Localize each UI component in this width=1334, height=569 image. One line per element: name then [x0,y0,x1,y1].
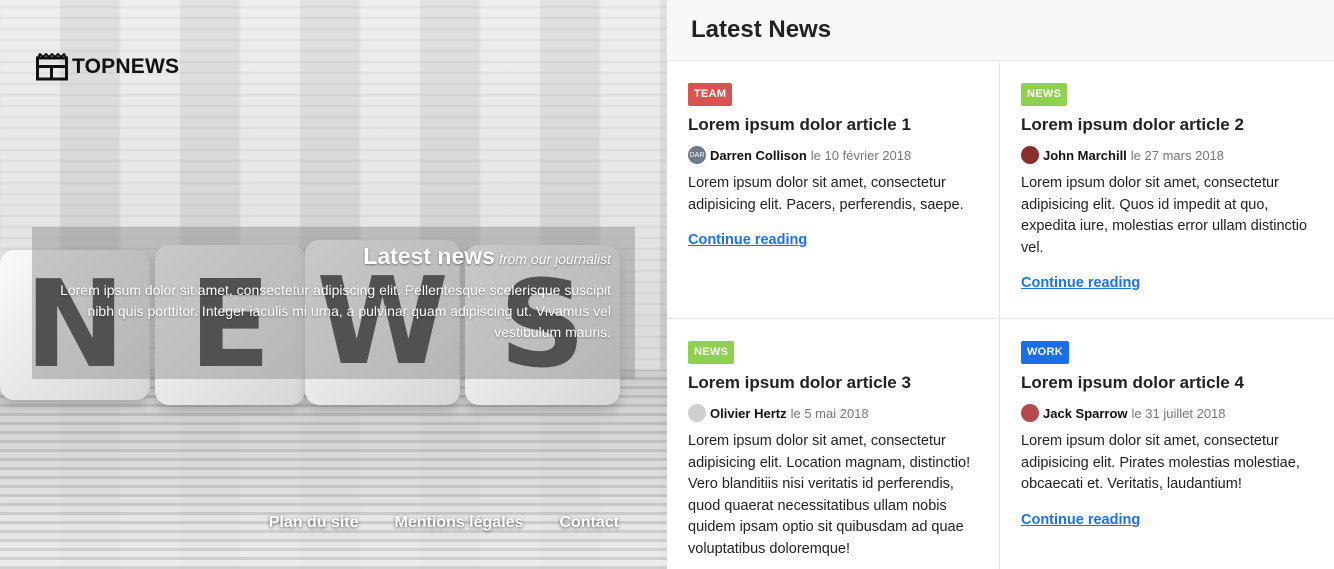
newspaper-icon [36,53,68,81]
hero-subtitle: from our journalist [498,251,611,267]
author-name[interactable]: John Marchill [1043,148,1127,163]
article-meta: DAR Darren Collison le 10 février 2018 [688,146,978,164]
article-excerpt: Lorem ipsum dolor sit amet, consectetur … [1021,175,1308,256]
article-date: le 10 février 2018 [810,147,912,163]
footer-link-sitemap[interactable]: Plan du site [269,514,359,532]
articles-grid: TEAM Lorem ipsum dolor article 1 DAR Dar… [667,61,1334,569]
hero-title: Latest news from our journalist [56,243,611,270]
hero-caption: Latest news from our journalist Lorem ips… [32,227,635,379]
author-name[interactable]: Jack Sparrow [1043,406,1128,421]
hero-description: Lorem ipsum dolor sit amet, consectetur … [60,282,611,340]
footer-link-contact[interactable]: Contact [559,514,619,532]
brand-logo[interactable]: TOPNEWS [36,53,179,81]
article-title[interactable]: Lorem ipsum dolor article 3 [688,373,978,393]
continue-reading-link[interactable]: Continue reading [1021,275,1140,291]
continue-reading-link[interactable]: Continue reading [1021,512,1140,528]
continue-reading-link[interactable]: Continue reading [688,232,807,248]
article-excerpt: Lorem ipsum dolor sit amet, consectetur … [1021,433,1300,492]
article-meta: Olivier Hertz le 5 mai 2018 [688,404,978,422]
article-card: NEWS Lorem ipsum dolor article 2 John Ma… [1000,61,1334,319]
article-date: le 27 mars 2018 [1130,147,1225,163]
author-avatar: DAR [688,146,706,164]
brand-name: TOPNEWS [72,55,180,78]
article-date: le 5 mai 2018 [790,405,869,421]
article-meta: John Marchill le 27 mars 2018 [1021,146,1313,164]
author-name[interactable]: Darren Collison [710,148,807,163]
category-badge[interactable]: WORK [1021,341,1070,364]
author-avatar [1021,146,1039,164]
article-title[interactable]: Lorem ipsum dolor article 4 [1021,373,1313,393]
news-panel: Latest News TEAM Lorem ipsum dolor artic… [667,0,1334,569]
article-card: WORK Lorem ipsum dolor article 4 Jack Sp… [1000,319,1334,569]
author-avatar [1021,404,1039,422]
panel-title: Latest News [691,16,832,43]
category-badge[interactable]: TEAM [688,83,733,106]
article-excerpt: Lorem ipsum dolor sit amet, consectetur … [688,175,964,213]
author-avatar [688,404,706,422]
article-card: TEAM Lorem ipsum dolor article 1 DAR Dar… [667,61,1000,319]
article-title[interactable]: Lorem ipsum dolor article 2 [1021,115,1313,135]
hero-title-text: Latest news [363,243,495,269]
article-title[interactable]: Lorem ipsum dolor article 1 [688,115,978,135]
panel-header: Latest News [667,0,1334,61]
article-date: le 31 juillet 2018 [1131,405,1226,421]
article-card: NEWS Lorem ipsum dolor article 3 Olivier… [667,319,1000,569]
article-meta: Jack Sparrow le 31 juillet 2018 [1021,404,1313,422]
category-badge[interactable]: NEWS [688,341,735,364]
article-excerpt: Lorem ipsum dolor sit amet, consectetur … [688,433,971,557]
author-name[interactable]: Olivier Hertz [710,406,787,421]
category-badge[interactable]: NEWS [1021,83,1068,106]
footer-link-legal[interactable]: Mentions légales [395,514,524,532]
hero-section: N E W S TOPNEWS Latest news from our jour… [0,0,667,569]
footer-nav: Plan du site Mentions légales Contact [269,514,619,532]
